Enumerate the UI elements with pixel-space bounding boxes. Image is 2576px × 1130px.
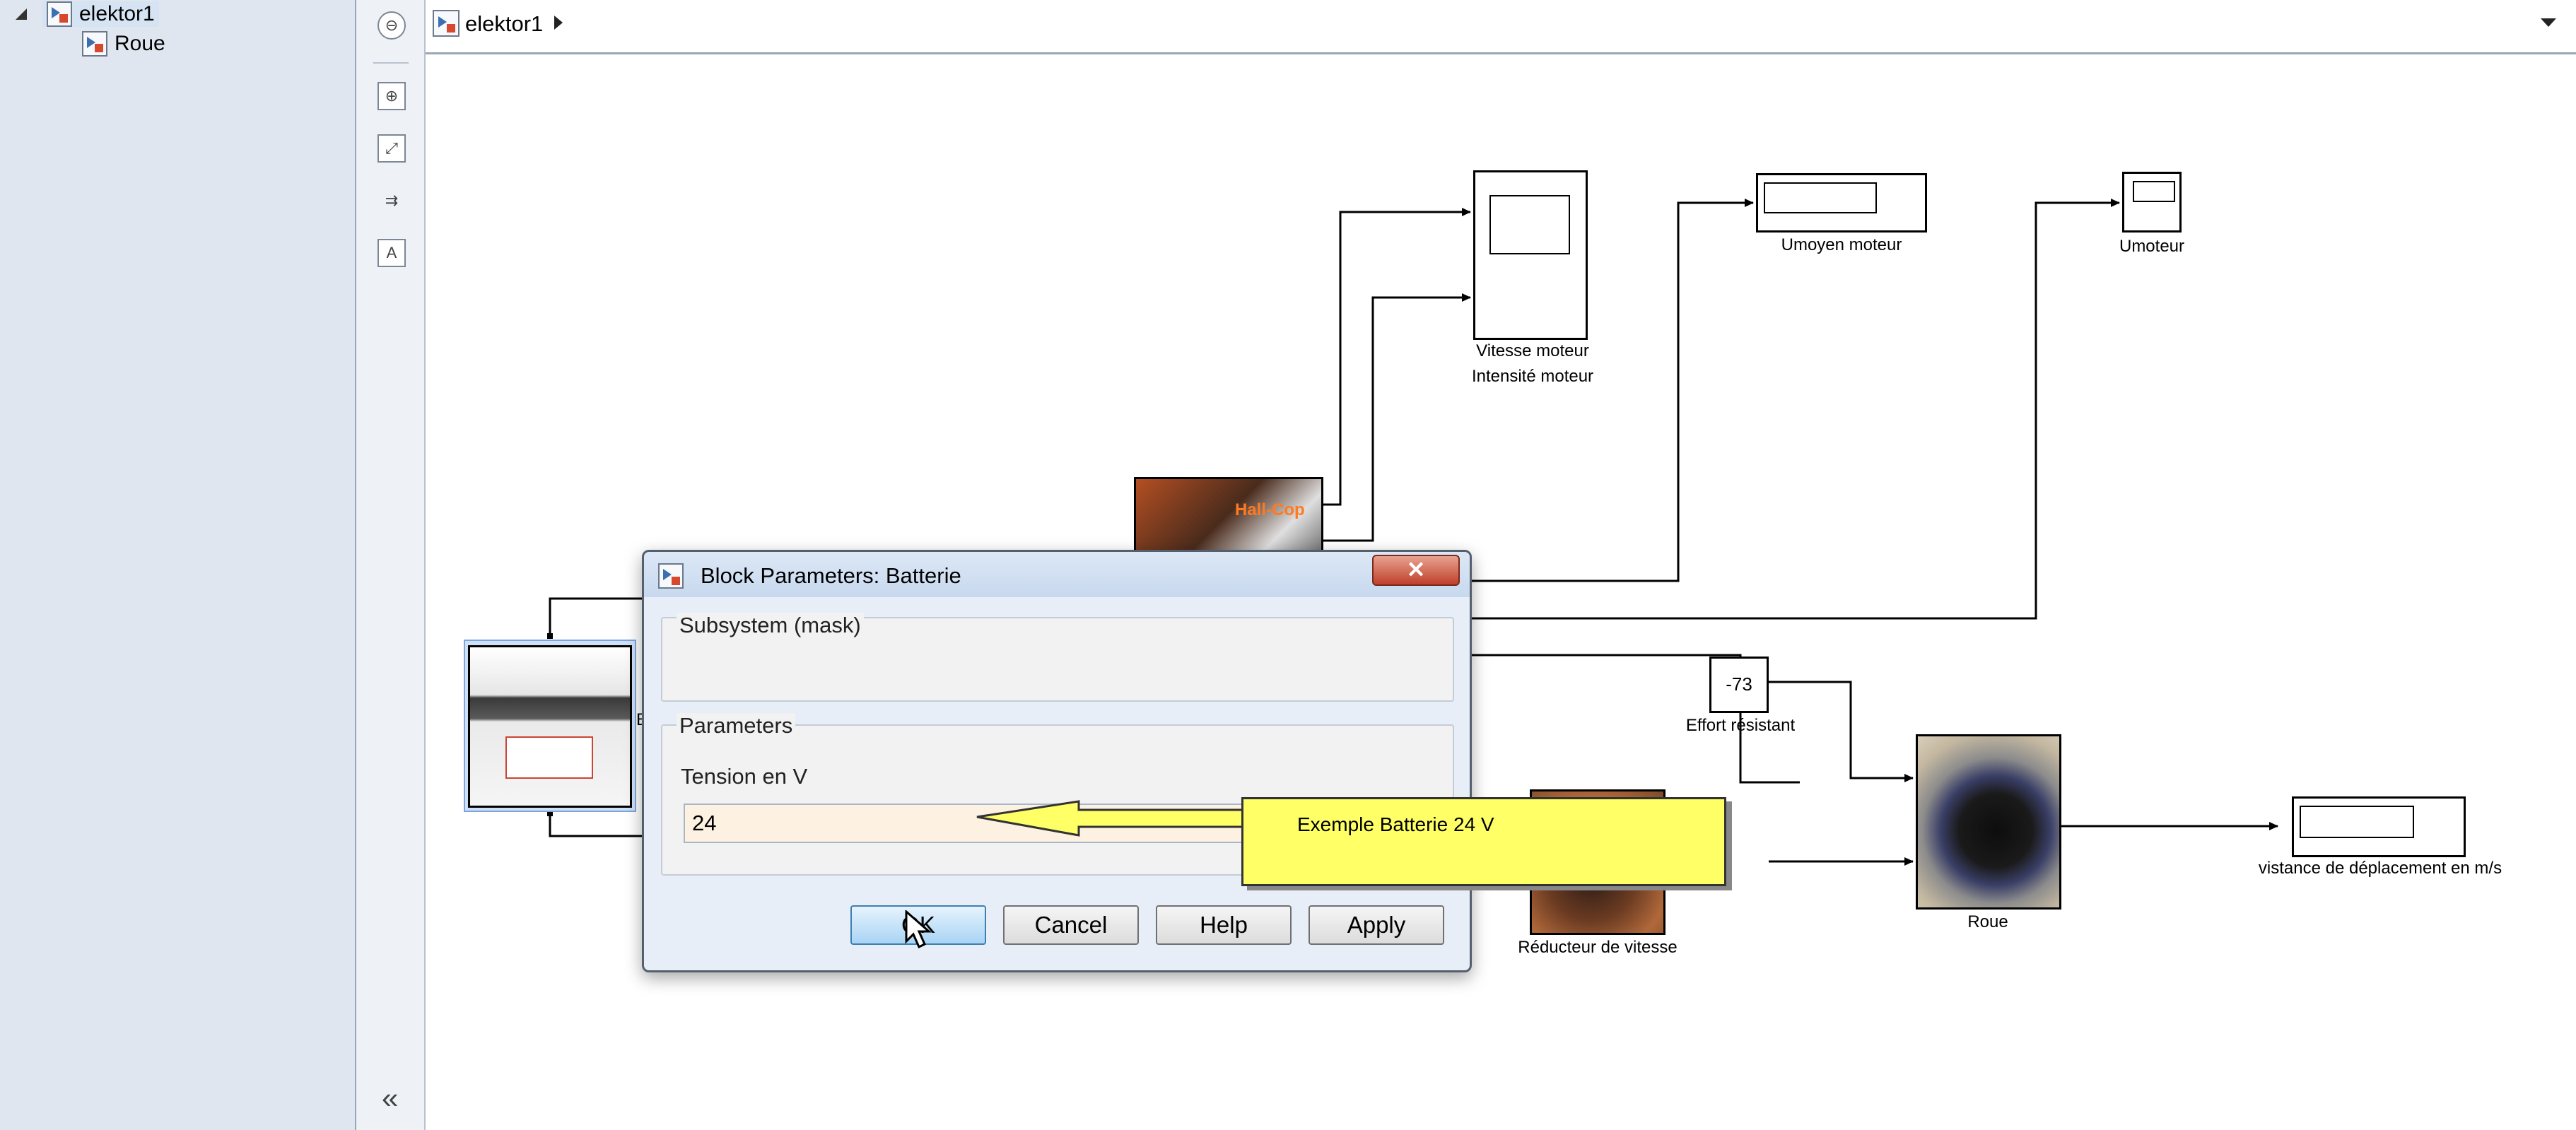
callout-text: Exemple Batterie 24 V — [1297, 813, 1494, 835]
model-icon — [433, 10, 459, 37]
display-window — [1764, 182, 1877, 213]
scope-screen — [1489, 195, 1570, 254]
apply-button[interactable]: Apply — [1309, 905, 1444, 945]
subsystem-mask-label: Subsystem (mask) — [677, 613, 864, 638]
umoteur-block[interactable] — [2122, 172, 2182, 233]
hide-show-explorer-icon[interactable]: ⊖ — [377, 11, 406, 40]
model-icon — [47, 1, 72, 27]
tree-item-label: Roue — [115, 32, 165, 55]
dialog-title: Block Parameters: Batterie — [701, 563, 961, 588]
constant-block[interactable]: -73 — [1709, 657, 1769, 713]
breadcrumb-elektor1[interactable]: elektor1 — [465, 11, 543, 37]
umoteur-label: Umoteur — [2119, 237, 2185, 256]
close-button[interactable]: ✕ — [1372, 555, 1460, 586]
battery-block[interactable] — [468, 645, 632, 808]
cancel-button[interactable]: Cancel — [1003, 905, 1139, 945]
callout-annotation: Exemple Batterie 24 V — [1241, 797, 1726, 886]
subsystem-icon — [82, 31, 107, 57]
address-bar: elektor1 — [426, 0, 2576, 54]
fit-to-view-icon[interactable]: ⤢ — [377, 134, 406, 163]
breadcrumb-arrow-icon[interactable] — [554, 16, 563, 30]
scope-label-1: Vitesse moteur — [1476, 341, 1589, 360]
motor-photo-text: Hall-Cop — [1235, 500, 1305, 519]
vitesse-label: vistance de déplacement en m/s — [2258, 859, 2502, 878]
umoyen-display-block[interactable] — [1756, 173, 1927, 233]
reducteur-label: Réducteur de vitesse — [1518, 938, 1678, 957]
route-lines-icon[interactable]: ⇉ — [377, 187, 406, 215]
battery-label-sticker — [505, 736, 593, 779]
vitesse-display-block[interactable] — [2292, 796, 2466, 857]
zoom-icon[interactable]: ⊕ — [377, 82, 406, 110]
tension-label: Tension en V — [681, 764, 808, 789]
callout-arrow — [976, 800, 1255, 837]
parameters-label: Parameters — [677, 713, 796, 738]
umoyen-label: Umoyen moteur — [1781, 235, 1902, 254]
canvas-palette: ⊖ ⊕ ⤢ ⇉ A « — [356, 0, 426, 1130]
display-window — [2133, 181, 2175, 202]
palette-divider — [373, 62, 409, 64]
address-dropdown-icon[interactable] — [2541, 18, 2556, 27]
tree-item-elektor1[interactable]: elektor1 — [42, 1, 159, 27]
dialog-title-bar[interactable]: Block Parameters: Batterie ✕ — [644, 552, 1470, 597]
roue-label: Roue — [1967, 912, 2008, 931]
tree-item-label: elektor1 — [79, 2, 155, 25]
tree-item-roue[interactable]: Roue — [82, 31, 165, 57]
display-window — [2300, 806, 2414, 838]
help-button[interactable]: Help — [1156, 905, 1292, 945]
constant-label: Effort résistant — [1685, 716, 1796, 735]
scope-label-2: Intensité moteur — [1471, 367, 1594, 386]
expand-arrow-icon[interactable] — [16, 8, 27, 20]
mouse-cursor-icon — [905, 910, 932, 949]
block-parameters-dialog: Block Parameters: Batterie ✕ Subsystem (… — [642, 550, 1472, 972]
model-browser: elektor1 Roue — [0, 0, 356, 1130]
block-icon — [658, 563, 684, 589]
roue-block[interactable] — [1916, 734, 2061, 910]
collapse-panel-icon[interactable]: « — [382, 1081, 398, 1115]
scope-block[interactable] — [1473, 170, 1588, 340]
annotation-icon[interactable]: A — [377, 239, 406, 267]
